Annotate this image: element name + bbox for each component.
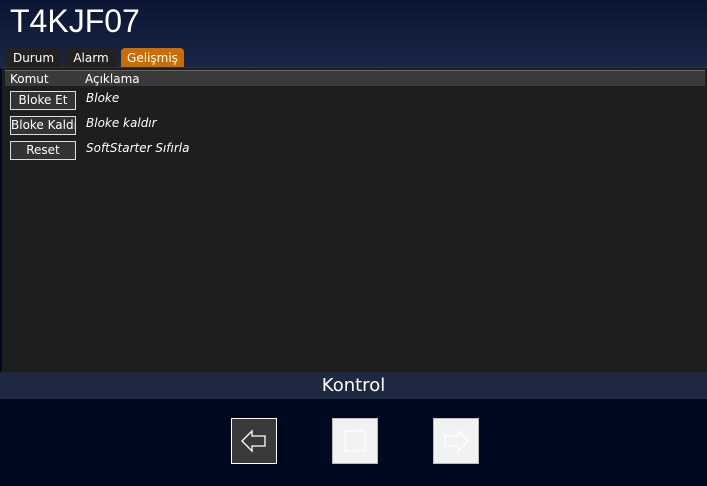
row-description: Bloke kaldır [86, 116, 157, 130]
bloke-et-button[interactable]: Bloke Et [10, 91, 76, 110]
back-button[interactable] [231, 418, 277, 464]
column-header-komut: Komut [10, 72, 49, 86]
row-description: Bloke [86, 91, 120, 105]
table-header: Komut Açıklama [5, 70, 705, 86]
stop-button[interactable] [332, 418, 378, 464]
row-description: SoftStarter Sıfırla [86, 141, 190, 155]
tab-alarm[interactable]: Alarm [65, 48, 117, 68]
command-table: Komut Açıklama Bloke Et Bloke Bloke Kald… [2, 67, 707, 372]
arrow-left-icon [241, 429, 266, 453]
stop-icon [344, 430, 366, 452]
header: T4KJF07 Durum Alarm Gelişmiş [0, 0, 707, 68]
reset-button[interactable]: Reset [10, 141, 76, 160]
arrow-right-icon [444, 429, 469, 453]
footer-title: Kontrol [0, 372, 707, 399]
bloke-kaldir-button[interactable]: Bloke Kaldır [10, 116, 76, 135]
tab-durum[interactable]: Durum [6, 48, 61, 68]
tab-gelismis[interactable]: Gelişmiş [121, 48, 184, 68]
page-title: T4KJF07 [10, 3, 140, 39]
forward-button[interactable] [433, 418, 479, 464]
column-header-aciklama: Açıklama [85, 72, 140, 86]
